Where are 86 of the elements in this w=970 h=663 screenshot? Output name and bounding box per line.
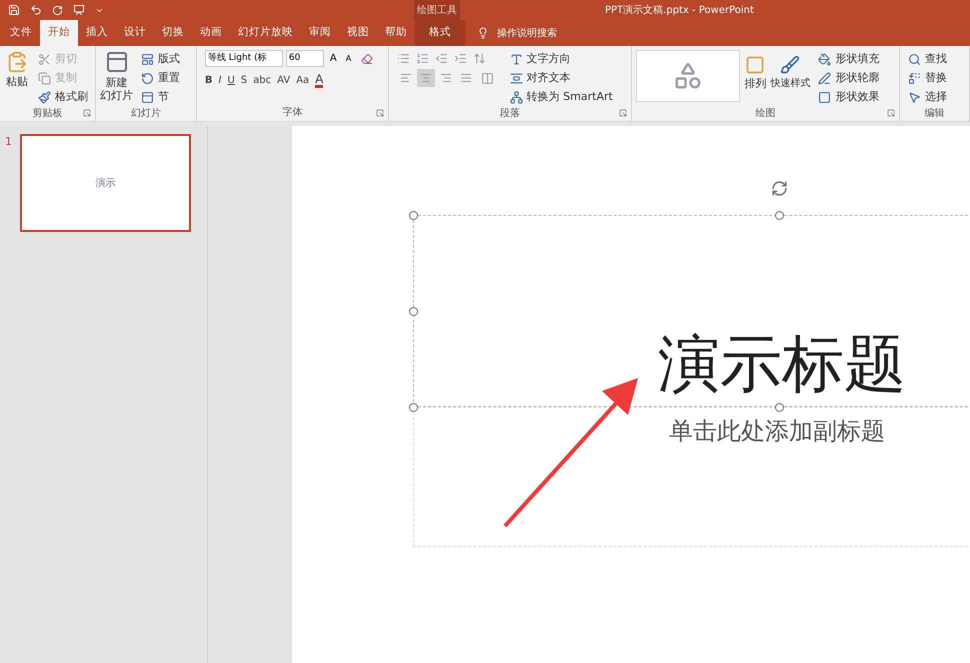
ribbon-button[interactable]: 形状轮廓 xyxy=(814,69,884,88)
save-icon[interactable] xyxy=(8,4,20,16)
lightbulb-icon xyxy=(477,27,489,39)
font-name-field[interactable]: 等线 Light (标 xyxy=(204,50,283,67)
new-slide-button[interactable]: 新建 幻灯片 xyxy=(100,50,133,102)
resize-handle[interactable] xyxy=(775,403,784,412)
slide-number: 1 xyxy=(5,134,12,150)
align-icon xyxy=(460,72,472,84)
slide-thumbnail[interactable]: 演示 xyxy=(20,134,191,232)
group-label: 段落 xyxy=(500,107,520,121)
font-style-button[interactable]: U xyxy=(227,73,235,88)
ribbon-button[interactable]: 形状效果 xyxy=(814,88,884,107)
font-color-button[interactable]: A xyxy=(315,73,324,88)
quick-styles-icon xyxy=(780,54,800,76)
tell-me-field[interactable]: 操作说明搜索 xyxy=(497,26,617,40)
dialog-launcher-icon[interactable] xyxy=(376,109,384,117)
ribbon-tab[interactable]: 幻灯片放映 xyxy=(230,20,301,46)
contextual-group-label: 绘图工具 xyxy=(414,0,460,20)
indent-icon[interactable] xyxy=(454,52,467,65)
font-style-button[interactable]: AV xyxy=(277,73,290,88)
numbering-icon[interactable] xyxy=(416,52,429,65)
resize-handle[interactable] xyxy=(409,307,418,316)
group-label: 绘图 xyxy=(756,107,776,121)
shapes-icon xyxy=(673,61,704,91)
bullets-icon[interactable] xyxy=(396,52,410,65)
align-button[interactable] xyxy=(416,69,435,87)
group-label: 幻灯片 xyxy=(130,107,161,121)
ribbon-tab[interactable]: 文件 xyxy=(2,20,40,46)
align-icon xyxy=(400,72,412,84)
resize-handle[interactable] xyxy=(409,211,418,220)
align-icon xyxy=(420,72,432,84)
ribbon-tab[interactable]: 插入 xyxy=(78,20,116,46)
clear-format-icon[interactable] xyxy=(361,52,374,64)
clipboard-icon xyxy=(6,50,28,74)
redo-icon[interactable] xyxy=(52,4,63,16)
dialog-launcher-icon[interactable] xyxy=(887,109,896,117)
font-style-button[interactable]: B xyxy=(204,73,213,88)
font-style-button[interactable]: S xyxy=(240,73,248,88)
ribbon-button[interactable]: 格式刷 xyxy=(34,88,92,107)
font-size-field[interactable]: 60 xyxy=(286,50,324,67)
ribbon-button[interactable]: 查找 xyxy=(904,50,952,69)
paste-button[interactable]: 粘贴 xyxy=(4,50,30,90)
font-style-button[interactable]: abc xyxy=(253,73,272,88)
align-icon xyxy=(440,72,452,84)
resize-handle[interactable] xyxy=(409,403,418,412)
dialog-launcher-icon[interactable] xyxy=(83,109,91,117)
ribbon-tab[interactable]: 切换 xyxy=(154,20,192,46)
window-title: PPT演示文稿.pptx - PowerPoint xyxy=(605,4,754,18)
arrange-button[interactable]: 排列 xyxy=(744,50,766,92)
ribbon-tab[interactable]: 开始 xyxy=(40,20,78,46)
slideshow-icon[interactable] xyxy=(73,4,85,16)
ribbon-button[interactable]: 文字方向 xyxy=(506,50,617,69)
ribbon-tab[interactable]: 动画 xyxy=(192,20,230,46)
shapes-gallery[interactable] xyxy=(636,50,740,102)
group-label: 字体 xyxy=(282,106,302,120)
resize-handle[interactable] xyxy=(775,211,784,220)
ribbon-button[interactable]: 版式 xyxy=(137,50,184,69)
ribbon-button[interactable]: 对齐文本 xyxy=(506,69,617,88)
slide-subtitle: 单击此处添加副标题 xyxy=(669,416,885,446)
arrange-icon xyxy=(745,54,766,76)
undo-icon[interactable] xyxy=(30,4,42,16)
group-label: 剪贴板 xyxy=(32,107,62,121)
ribbon-tab[interactable]: 格式 xyxy=(415,20,465,46)
ribbon-tab[interactable]: 设计 xyxy=(116,20,154,46)
ribbon-tab[interactable]: 审阅 xyxy=(301,20,339,46)
ribbon-button[interactable]: 重置 xyxy=(137,69,184,88)
ribbon-tab[interactable]: 视图 xyxy=(339,20,377,46)
dialog-launcher-icon[interactable] xyxy=(619,109,628,117)
grow-font-button[interactable]: A xyxy=(326,51,340,66)
quick-styles-button[interactable]: 快速样式 xyxy=(770,50,810,91)
line-spacing-icon[interactable] xyxy=(472,52,486,65)
slide-title: 演示标题 xyxy=(658,326,906,402)
outdent-icon[interactable] xyxy=(434,52,448,65)
ribbon-button[interactable]: 形状填充 xyxy=(814,50,884,69)
columns-icon[interactable] xyxy=(480,72,494,85)
font-style-button[interactable]: I xyxy=(218,73,222,88)
thumbnail-text: 演示 xyxy=(96,176,116,190)
group-label: 编辑 xyxy=(924,107,945,121)
ribbon-button[interactable]: 节 xyxy=(137,88,184,107)
ribbon-button[interactable]: 选择 xyxy=(904,88,952,107)
ribbon-tab[interactable]: 帮助 xyxy=(377,20,415,46)
font-style-button[interactable]: Aa xyxy=(296,73,310,88)
shrink-font-button[interactable]: A xyxy=(342,52,354,64)
ribbon-button[interactable]: 替换 xyxy=(904,69,952,88)
rotate-handle-icon[interactable] xyxy=(771,180,788,197)
ribbon-button[interactable]: 转换为 SmartArt xyxy=(506,88,617,107)
